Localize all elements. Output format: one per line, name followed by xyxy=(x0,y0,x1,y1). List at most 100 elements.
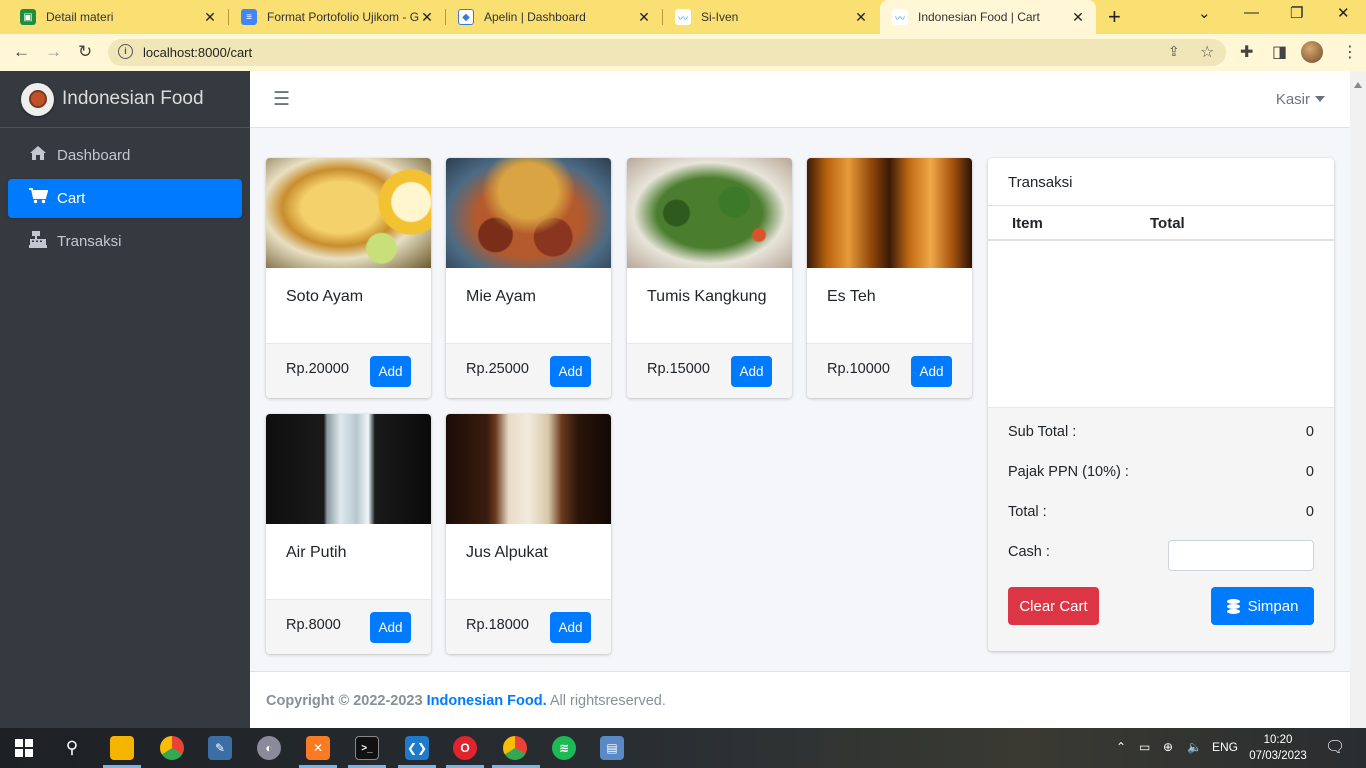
app-icon[interactable]: ◐ xyxy=(257,736,281,760)
volume-icon[interactable]: 🔈 xyxy=(1187,740,1202,754)
spotify-icon[interactable]: ≋ xyxy=(552,736,576,760)
save-button[interactable]: Simpan xyxy=(1211,587,1314,625)
close-icon[interactable]: ✕ xyxy=(202,9,218,26)
subtotal-label: Sub Total : xyxy=(1008,424,1077,440)
browser-tab[interactable]: ◆ Apelin | Dashboard ✕ xyxy=(446,0,662,34)
notification-icon[interactable]: 🗨 xyxy=(1325,737,1345,757)
brand-logo xyxy=(21,82,54,116)
terminal-icon[interactable]: >_ xyxy=(355,736,379,760)
tab-title: Si-Iven xyxy=(701,10,739,24)
subtotal-row: Sub Total : 0 xyxy=(1008,424,1314,440)
product-price: Rp.25000 xyxy=(466,361,529,377)
browser-tab-bar: ▣ Detail materi ✕ ≡ Format Portofolio Uj… xyxy=(0,0,1366,34)
hamburger-menu-icon[interactable]: ☰ xyxy=(273,88,290,111)
rights-text: All rightsreserved. xyxy=(549,693,666,709)
site-info-icon[interactable]: i xyxy=(118,44,133,59)
close-icon[interactable]: ✕ xyxy=(853,9,869,26)
profile-avatar[interactable] xyxy=(1301,41,1323,63)
browser-menu-icon[interactable]: ⋮ xyxy=(1342,42,1358,62)
search-icon[interactable]: ⚲ xyxy=(60,736,84,760)
battery-icon[interactable]: ▭ xyxy=(1139,740,1150,754)
sidebar-item-transaksi[interactable]: Transaksi xyxy=(8,222,242,261)
language-indicator[interactable]: ENG xyxy=(1212,740,1238,754)
bookmark-star-icon[interactable]: ☆ xyxy=(1200,42,1214,62)
chrome-icon[interactable] xyxy=(160,736,184,760)
product-name: Es Teh xyxy=(827,288,876,305)
table-header: Item Total xyxy=(988,206,1334,241)
apelin-icon: ◆ xyxy=(458,9,474,25)
sidebar-item-cart[interactable]: Cart xyxy=(8,179,242,218)
clock-date: 07/03/2023 xyxy=(1249,750,1307,762)
clear-cart-button[interactable]: Clear Cart xyxy=(1008,587,1099,625)
tab-title: Format Portofolio Ujikom - G xyxy=(267,10,419,24)
ppn-label: Pajak PPN (10%) : xyxy=(1008,464,1129,480)
caret-down-icon xyxy=(1315,96,1325,102)
page-footer: Copyright © 2022-2023 Indonesian Food. A… xyxy=(250,671,1350,728)
maximize-icon[interactable]: ❐ xyxy=(1290,4,1303,22)
brand[interactable]: Indonesian Food xyxy=(0,71,250,128)
wave-icon: 〰 xyxy=(675,9,691,25)
product-image xyxy=(266,158,431,268)
footer-brand-link[interactable]: Indonesian Food. xyxy=(427,693,547,709)
opera-icon[interactable]: O xyxy=(453,736,477,760)
window-close-icon[interactable]: ✕ xyxy=(1337,4,1350,22)
subtotal-value: 0 xyxy=(1305,424,1314,440)
close-icon[interactable]: ✕ xyxy=(419,9,435,26)
user-dropdown[interactable]: Kasir xyxy=(1276,91,1325,108)
close-icon[interactable]: ✕ xyxy=(1070,9,1086,26)
url-text[interactable]: localhost:8000/cart xyxy=(143,45,252,60)
address-bar: ← → ↻ i localhost:8000/cart ⇪ ☆ ✚ ◨ ⋮ xyxy=(0,34,1366,71)
file-explorer-icon[interactable] xyxy=(110,736,134,760)
forward-icon[interactable]: → xyxy=(45,42,62,62)
cart-table: Item Total xyxy=(988,206,1334,406)
side-panel-icon[interactable]: ◨ xyxy=(1272,42,1287,62)
add-to-cart-button[interactable]: Add xyxy=(370,612,411,643)
network-app-icon[interactable]: ▤ xyxy=(600,736,624,760)
sidebar-item-dashboard[interactable]: Dashboard xyxy=(8,136,242,175)
sidebar-item-label: Cart xyxy=(57,190,86,207)
add-to-cart-button[interactable]: Add xyxy=(550,356,591,387)
product-price: Rp.18000 xyxy=(466,617,529,633)
vscode-icon[interactable]: ❮❯ xyxy=(405,736,429,760)
extensions-icon[interactable]: ✚ xyxy=(1240,42,1253,62)
add-to-cart-button[interactable]: Add xyxy=(731,356,772,387)
paint-icon[interactable]: ✎ xyxy=(208,736,232,760)
share-icon[interactable]: ⇪ xyxy=(1168,43,1180,60)
browser-tab[interactable]: ▣ Detail materi ✕ xyxy=(8,0,228,34)
add-to-cart-button[interactable]: Add xyxy=(911,356,952,387)
tab-title: Indonesian Food | Cart xyxy=(918,10,1040,24)
ppn-row: Pajak PPN (10%) : 0 xyxy=(1008,464,1314,480)
product-image xyxy=(627,158,792,268)
xampp-icon[interactable]: ✕ xyxy=(306,736,330,760)
page-scrollbar[interactable] xyxy=(1350,71,1366,728)
tab-search-icon[interactable]: ⌄ xyxy=(1198,4,1211,22)
back-icon[interactable]: ← xyxy=(13,42,30,62)
cash-input[interactable] xyxy=(1168,540,1314,571)
reload-icon[interactable]: ↻ xyxy=(78,42,92,62)
url-field[interactable]: i localhost:8000/cart ⇪ ☆ xyxy=(108,39,1226,66)
product-price: Rp.20000 xyxy=(286,361,349,377)
close-icon[interactable]: ✕ xyxy=(636,9,652,26)
add-to-cart-button[interactable]: Add xyxy=(550,612,591,643)
add-to-cart-button[interactable]: Add xyxy=(370,356,411,387)
browser-tab-active[interactable]: 〰 Indonesian Food | Cart ✕ xyxy=(880,0,1096,34)
save-label: Simpan xyxy=(1247,597,1299,615)
chrome-profile-icon[interactable] xyxy=(503,736,527,760)
product-price: Rp.8000 xyxy=(286,617,341,633)
windows-start-icon[interactable] xyxy=(12,736,36,760)
minimize-icon[interactable]: — xyxy=(1244,4,1259,21)
docs-icon: ≡ xyxy=(241,9,257,25)
new-tab-icon[interactable]: + xyxy=(1108,4,1121,30)
product-card: Air Putih Rp.8000 Add xyxy=(266,414,431,654)
product-footer: Rp.15000 Add xyxy=(627,343,792,398)
clock[interactable]: 10:20 07/03/2023 xyxy=(1248,732,1308,764)
browser-tab[interactable]: 〰 Si-Iven ✕ xyxy=(663,0,879,34)
user-name: Kasir xyxy=(1275,91,1310,108)
total-label: Total : xyxy=(1008,504,1047,520)
product-image xyxy=(266,414,431,524)
scroll-up-arrow-icon[interactable] xyxy=(1354,75,1362,88)
browser-tab[interactable]: ≡ Format Portofolio Ujikom - G ✕ xyxy=(229,0,445,34)
globe-icon[interactable]: ⊕ xyxy=(1163,740,1173,754)
top-navbar: ☰ Kasir xyxy=(250,71,1350,128)
tray-chevron-icon[interactable]: ⌃ xyxy=(1116,740,1126,754)
